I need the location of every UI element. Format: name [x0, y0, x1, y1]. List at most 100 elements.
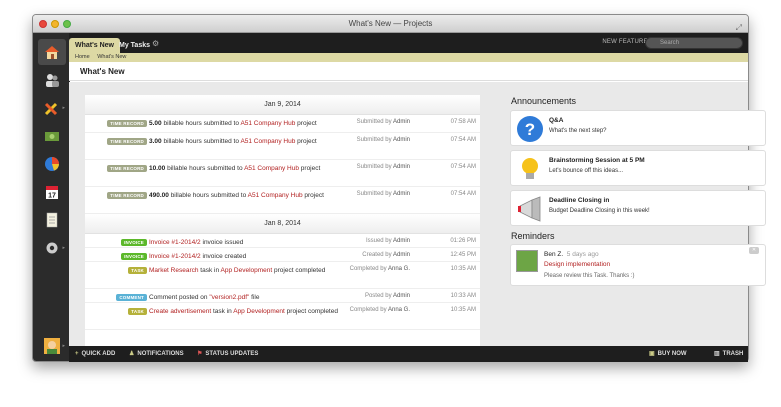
activity-project-link[interactable]: App Development: [221, 267, 273, 274]
avatar-icon: [44, 338, 60, 354]
activity-project-link[interactable]: App Development: [233, 308, 285, 315]
sidebar-item-reports[interactable]: [38, 151, 66, 177]
activity-mid: billable hours submitted to: [168, 192, 248, 199]
sidebar-item-home[interactable]: [38, 39, 66, 65]
sidebar-item-notes[interactable]: [38, 207, 66, 233]
quick-add-label: QUICK ADD: [81, 351, 116, 357]
actor-name[interactable]: Admin: [393, 119, 410, 125]
flag-icon: ⚑: [197, 351, 203, 357]
activity-link[interactable]: A51 Company Hub: [240, 138, 295, 145]
breadcrumb-current[interactable]: What's New: [97, 54, 126, 60]
activity-actor: Issued by Admin: [366, 238, 410, 244]
announcement-title: Q&A: [549, 117, 564, 124]
sidebar-item-money[interactable]: [38, 123, 66, 149]
window-title: What's New — Projects: [348, 19, 433, 28]
reminder-link[interactable]: Design implementation: [544, 261, 610, 268]
day-header: Jan 9, 2014: [85, 95, 480, 115]
pie-chart-icon: [45, 157, 59, 171]
announcement-card[interactable]: Deadline Closing in Budget Deadline Clos…: [510, 190, 766, 226]
trash-label: TRASH: [722, 351, 744, 357]
activity-prefix: Comment posted on: [149, 294, 210, 301]
search-input[interactable]: Search: [645, 37, 743, 49]
activity-link[interactable]: A51 Company Hub: [244, 165, 299, 172]
activity-actor: Completed by Anna G.: [350, 307, 410, 313]
activity-link[interactable]: Create advertisement: [149, 308, 211, 315]
activity-mid: billable hours submitted to: [165, 165, 245, 172]
actor-name[interactable]: Admin: [393, 252, 410, 258]
sidebar-item-settings[interactable]: ▸: [38, 235, 66, 261]
actor-label: Submitted by: [356, 119, 392, 125]
chevron-right-icon: ▸: [62, 343, 65, 349]
actor-label: Completed by: [349, 307, 387, 313]
home-icon: [45, 46, 59, 59]
activity-mid: billable hours submitted to: [161, 120, 241, 127]
activity-link[interactable]: Invoice #1-2014/2: [149, 239, 201, 246]
activity-actor: Submitted by Admin: [357, 119, 410, 125]
reminder-author: Ben Z. 5 days ago: [544, 251, 599, 258]
tab-my-tasks[interactable]: My Tasks: [113, 38, 156, 53]
activity-time: 07:54 AM: [450, 191, 476, 197]
announcement-desc: Let's bounce off this ideas...: [549, 168, 624, 174]
buy-now-button[interactable]: ▣ BUY NOW: [649, 346, 687, 362]
activity-link[interactable]: "version2.pdf": [209, 294, 249, 301]
sidebar-item-tools[interactable]: ▸: [38, 95, 66, 121]
activity-link[interactable]: A51 Company Hub: [248, 192, 303, 199]
status-updates-button[interactable]: ⚑ STATUS UPDATES: [197, 346, 258, 362]
announcement-card[interactable]: ? Q&A What's the next step?: [510, 110, 766, 146]
announcement-title: Deadline Closing in: [549, 197, 610, 204]
feed-row: TASK Market Research task in App Developm…: [85, 262, 480, 289]
money-icon: [45, 132, 59, 141]
actor-name[interactable]: Anna G.: [388, 266, 410, 272]
zoom-window-button[interactable]: [63, 20, 71, 28]
actor-name[interactable]: Admin: [393, 238, 410, 244]
notifications-button[interactable]: ♟ NOTIFICATIONS: [129, 346, 184, 362]
breadcrumb-home[interactable]: Home: [75, 54, 90, 60]
actor-name[interactable]: Admin: [393, 164, 410, 170]
reminder-name: Ben Z.: [544, 251, 564, 258]
actor-name[interactable]: Admin: [393, 293, 410, 299]
feed-row: INVOICE Invoice #1-2014/2 invoice created…: [85, 248, 480, 262]
actor-name[interactable]: Anna G.: [388, 307, 410, 313]
actor-label: Submitted by: [356, 191, 392, 197]
activity-link[interactable]: A51 Company Hub: [240, 120, 295, 127]
status-updates-label: STATUS UPDATES: [205, 351, 259, 357]
quick-add-button[interactable]: + QUICK ADD: [75, 346, 115, 362]
reminder-message: Please review this Task. Thanks :): [544, 273, 635, 279]
activity-suffix: file: [249, 294, 260, 301]
sidebar-item-profile[interactable]: ▸: [38, 333, 66, 359]
activity-feed: Jan 9, 2014 TIME RECORD 5.00 billable hou…: [85, 95, 480, 346]
close-window-button[interactable]: [39, 20, 47, 28]
actor-label: Posted by: [364, 293, 392, 299]
cart-icon: ▣: [649, 351, 655, 357]
activity-time: 10:35 AM: [450, 307, 476, 313]
announcement-desc: What's the next step?: [549, 128, 607, 134]
activity-type-badge: TIME RECORD: [107, 120, 147, 127]
buy-now-label: BUY NOW: [657, 351, 687, 357]
actor-name[interactable]: Admin: [393, 191, 410, 197]
activity-link[interactable]: Invoice #1-2014/2: [149, 253, 201, 260]
gear-icon[interactable]: ⚙: [152, 39, 159, 48]
announcement-title: Brainstorming Session at 5 PM: [549, 157, 645, 164]
activity-text: Create advertisement task in App Develop…: [149, 307, 349, 316]
dismiss-reminder-button[interactable]: ✕: [749, 247, 759, 254]
activity-suffix: invoice created: [200, 253, 247, 260]
activity-type-badge: TIME RECORD: [107, 165, 147, 172]
feed-row: TIME RECORD 490.00 billable hours submitt…: [85, 187, 480, 214]
activity-text: Comment posted on "version2.pdf" file: [149, 293, 349, 302]
trash-button[interactable]: ▥ TRASH: [714, 346, 743, 362]
minimize-window-button[interactable]: [51, 20, 59, 28]
bell-icon: ♟: [129, 351, 135, 357]
chevron-right-icon: ▸: [62, 245, 65, 251]
activity-amount: 5.00: [149, 120, 162, 127]
activity-amount: 10.00: [149, 165, 166, 172]
reminder-card[interactable]: Ben Z. 5 days ago Design implementation …: [510, 244, 766, 286]
sidebar-item-people[interactable]: [38, 67, 66, 93]
reminder-time: 5 days ago: [566, 251, 599, 258]
sidebar-item-calendar[interactable]: 17: [38, 179, 66, 205]
activity-time: 07:54 AM: [450, 137, 476, 143]
activity-suffix: task in: [198, 267, 221, 274]
activity-time: 01:26 PM: [450, 238, 476, 244]
announcement-card[interactable]: Brainstorming Session at 5 PM Let's boun…: [510, 150, 766, 186]
activity-link[interactable]: Market Research: [149, 267, 199, 274]
actor-name[interactable]: Admin: [393, 137, 410, 143]
